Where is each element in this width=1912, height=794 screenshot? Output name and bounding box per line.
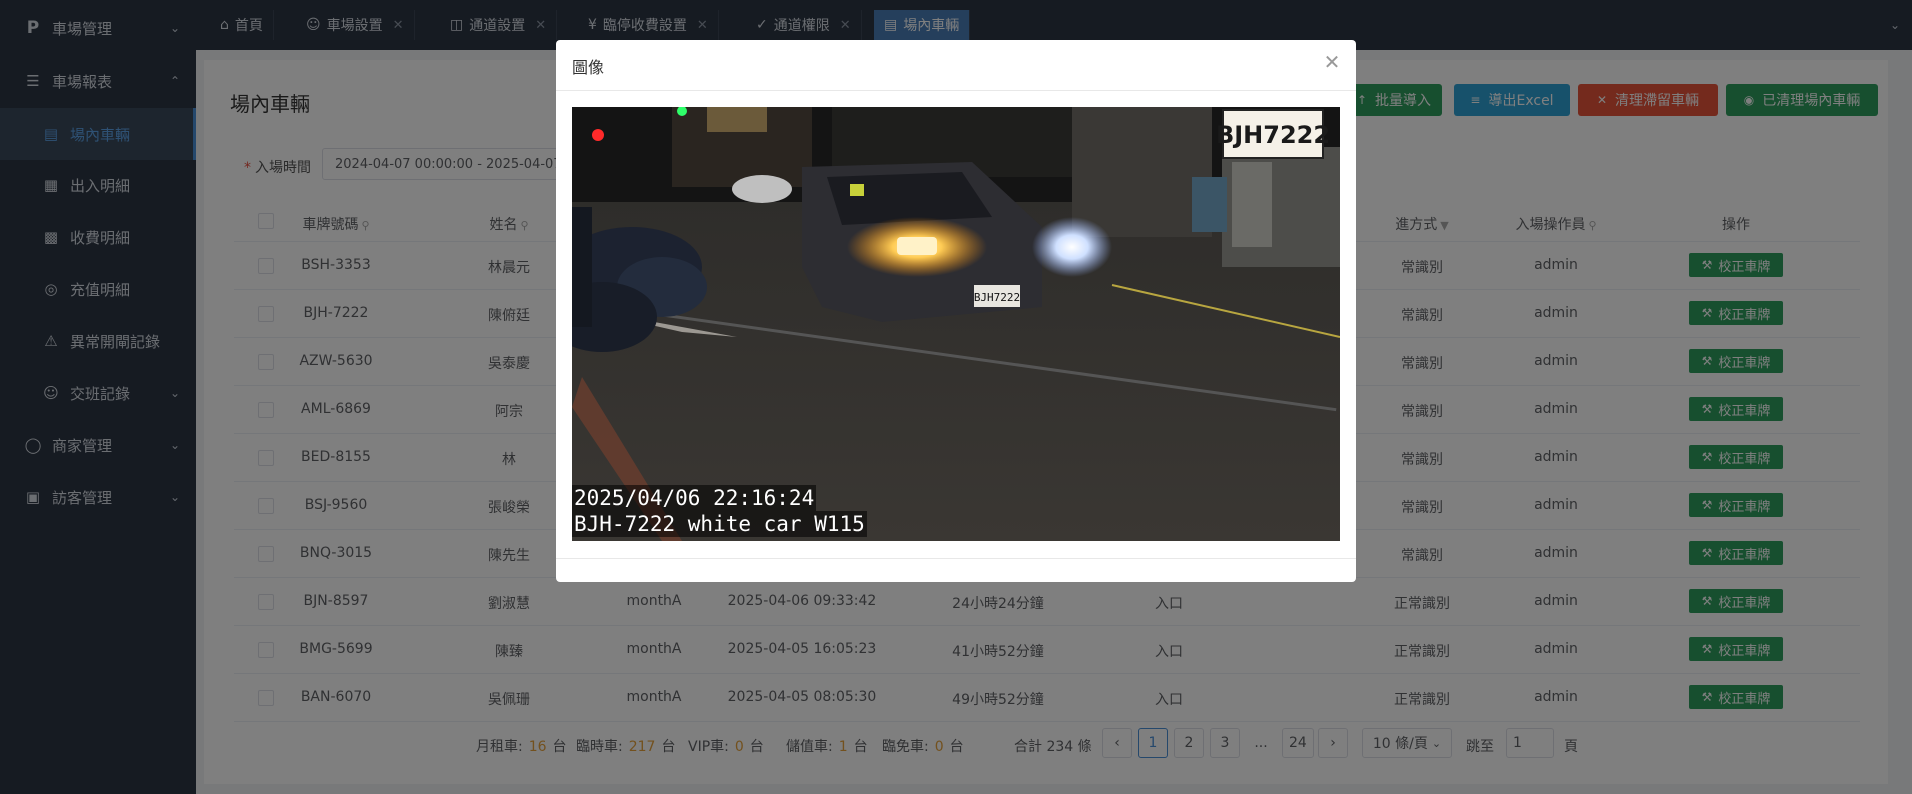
modal-divider	[556, 558, 1356, 559]
camera-plate-caption: BJH-7222 white car W115	[572, 511, 867, 537]
image-modal: 圖像 ✕ BJH7222 BJH7222 2025/04/06 22:16:24…	[556, 40, 1356, 582]
modal-divider	[556, 90, 1356, 91]
modal-title: 圖像	[572, 58, 605, 77]
camera-timestamp: 2025/04/06 22:16:24	[572, 485, 817, 511]
plate-crop-text: BJH7222	[1216, 121, 1330, 149]
camera-snapshot: BJH7222 BJH7222 2025/04/06 22:16:24 BJH-…	[572, 107, 1340, 541]
camera-scene: BJH7222 BJH7222	[572, 107, 1340, 541]
close-icon[interactable]: ✕	[1322, 50, 1342, 74]
car-license-plate: BJH7222	[974, 291, 1020, 304]
